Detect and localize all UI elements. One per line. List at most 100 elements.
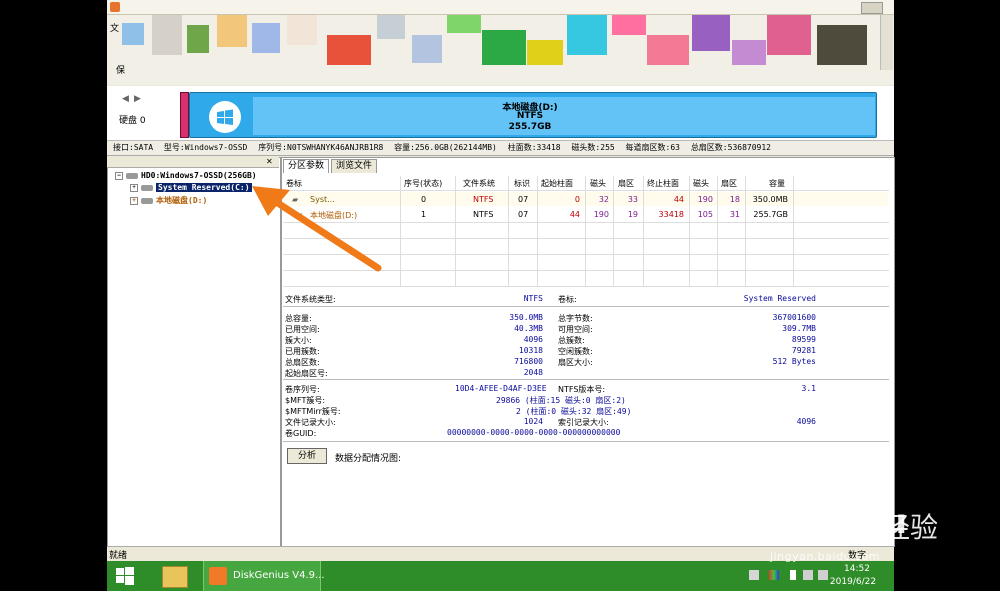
serial-label: 卷序列号:	[285, 385, 320, 394]
clock-time[interactable]: 14:52	[836, 564, 878, 574]
tree-item-label: 本地磁盘(D:)	[156, 196, 208, 205]
close-icon[interactable]: ✕	[266, 157, 273, 166]
total-bytes-label: 总字节数:	[558, 314, 593, 323]
mft-label: $MFT簇号:	[285, 396, 326, 405]
cell-id: 07	[518, 210, 529, 219]
chevron-right-icon[interactable]: ▶	[134, 94, 141, 104]
collapse-icon[interactable]: −	[115, 171, 123, 180]
total-bytes-value: 367001600	[772, 313, 816, 322]
cluster-size-label: 簇大小:	[285, 336, 312, 345]
tree-item-local-disk-d[interactable]: + 本地磁盘(D:)	[130, 195, 207, 206]
fs-type-label: 文件系统类型:	[285, 295, 336, 304]
total-sectors-value: 716800	[514, 357, 543, 366]
col-header-id[interactable]: 标识	[514, 178, 530, 189]
cell-index: 1	[421, 210, 427, 219]
guid-label: 卷GUID:	[285, 429, 317, 438]
volume-label-label: 卷标:	[558, 295, 577, 304]
used-space-value: 40.3MB	[514, 324, 543, 333]
info-serial: 序列号:N0TSWHANYK46ANJRB1R8	[258, 143, 384, 152]
cell-id: 07	[518, 195, 529, 204]
sector-size-label: 扇区大小:	[558, 358, 593, 367]
title-bar	[107, 0, 894, 15]
ntfs-version-label: NTFS版本号:	[558, 385, 606, 394]
windows-start-icon[interactable]	[115, 566, 135, 586]
col-header-start-sector[interactable]: 扇区	[618, 178, 634, 189]
tree-root-disk[interactable]: − HD0:Windows7-OSSD(256GB)	[115, 171, 257, 180]
col-header-end-sector[interactable]: 扇区	[721, 178, 737, 189]
volume-label-value: System Reserved	[743, 294, 816, 303]
file-explorer-icon[interactable]	[162, 566, 188, 588]
cell-end-cyl: 44	[673, 195, 684, 204]
info-sectors-per-track: 每道扇区数:63	[625, 143, 680, 152]
cell-start-head: 190	[593, 210, 609, 219]
total-capacity-value: 350.0MB	[509, 313, 543, 322]
keyboard-icon[interactable]	[749, 570, 759, 580]
col-header-capacity[interactable]: 容量	[769, 178, 785, 189]
watermark-url: jingyan.baidu.com	[770, 550, 881, 563]
battery-icon[interactable]	[790, 570, 796, 580]
disk-info-bar: 接口:SATA 型号:Windows7-OSSD 序列号:N0TSWHANYK4…	[107, 141, 894, 156]
index-size-value: 4096	[796, 417, 816, 426]
partition-fs: NTFS	[516, 111, 544, 121]
tab-browse-files[interactable]: 浏览文件	[331, 159, 378, 173]
start-sector-label: 起始扇区号:	[285, 369, 328, 378]
network-icon[interactable]	[803, 570, 813, 580]
toolbar-scrollbar[interactable]	[880, 15, 893, 70]
partition-size: 255.7GB	[508, 122, 552, 132]
mftmirr-label: $MFTMirr簇号:	[285, 407, 341, 416]
analyze-button[interactable]: 分析	[287, 448, 327, 464]
info-model: 型号:Windows7-OSSD	[163, 143, 248, 152]
info-total-sectors: 总扇区数:536870912	[690, 143, 771, 152]
cell-start-cyl: 44	[569, 210, 580, 219]
tree-root-label: HD0:Windows7-OSSD(256GB)	[141, 171, 257, 180]
info-cylinders: 柱面数:33418	[507, 143, 561, 152]
window-controls[interactable]	[861, 2, 883, 14]
cell-capacity: 350.0MB	[752, 195, 788, 204]
tree-item-system-reserved[interactable]: + System Reserved(C:)	[130, 183, 252, 192]
start-sector-value: 2048	[523, 368, 543, 377]
mft-value: 29866 (柱面:15 磁头:0 扇区:2)	[496, 396, 626, 405]
cell-start-head: 32	[598, 195, 609, 204]
cell-start-sector: 19	[627, 210, 638, 219]
disk-label: 硬盘 0	[119, 116, 146, 126]
used-space-label: 已用空间:	[285, 325, 320, 334]
free-clusters-value: 79281	[791, 346, 816, 355]
expand-icon[interactable]: +	[130, 196, 138, 205]
col-header-index[interactable]: 序号(状态)	[404, 178, 442, 189]
cell-end-head: 190	[697, 195, 713, 204]
hard-disk-icon	[126, 172, 138, 179]
menu-file[interactable]: 文	[110, 21, 119, 34]
total-capacity-label: 总容量:	[285, 314, 312, 323]
chevron-left-icon[interactable]: ◀	[122, 94, 129, 104]
cell-end-sector: 31	[729, 210, 740, 219]
mftmirr-value: 2 (柱面:0 磁头:32 扇区:49)	[516, 407, 632, 416]
cell-fs: NTFS	[473, 195, 494, 204]
col-header-end-head[interactable]: 磁头	[693, 178, 709, 189]
status-text: 就绪	[109, 551, 128, 561]
partition-system-reserved-bar[interactable]	[180, 92, 189, 138]
sector-size-value: 512 Bytes	[772, 357, 816, 366]
clock-date[interactable]: 2019/6/22	[826, 577, 880, 587]
windows-logo-icon	[209, 101, 241, 133]
free-space-label: 可用空间:	[558, 325, 593, 334]
info-heads: 磁头数:255	[571, 143, 615, 152]
index-size-label: 索引记录大小:	[558, 418, 609, 427]
total-clusters-label: 总簇数:	[558, 336, 585, 345]
col-header-start-head[interactable]: 磁头	[590, 178, 606, 189]
guid-value: 00000000-0000-0000-0000-000000000000	[447, 428, 621, 437]
tab-partition-params[interactable]: 分区参数	[283, 159, 330, 173]
cell-end-sector: 18	[729, 195, 740, 204]
cell-start-sector: 33	[627, 195, 638, 204]
color-icon[interactable]	[769, 570, 779, 580]
col-header-fs[interactable]: 文件系统	[463, 178, 495, 189]
expand-icon[interactable]: +	[130, 183, 138, 192]
allocation-map-label: 数据分配情况图:	[335, 454, 402, 464]
col-header-end-cyl[interactable]: 终止柱面	[647, 178, 679, 189]
annotation-arrow	[252, 186, 382, 272]
record-size-label: 文件记录大小:	[285, 418, 336, 427]
cell-end-head: 105	[697, 210, 713, 219]
menu-save[interactable]: 保	[116, 63, 125, 76]
watermark-brand-cn: 经验	[882, 511, 939, 544]
taskbar-app-label: DiskGenius V4.9...	[233, 570, 325, 581]
col-header-start-cyl[interactable]: 起始柱面	[541, 178, 573, 189]
